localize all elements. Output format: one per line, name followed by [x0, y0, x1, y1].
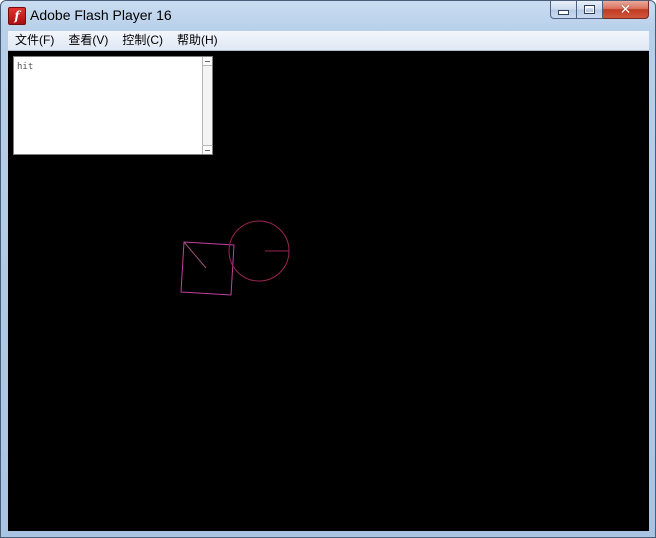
flash-stage[interactable]: hit	[8, 51, 649, 531]
menu-view[interactable]: 查看(V)	[61, 31, 115, 50]
square-diagonal-line	[183, 241, 207, 269]
title-bar[interactable]: f Adobe Flash Player 16 ✕	[1, 1, 655, 31]
menu-file[interactable]: 文件(F)	[8, 31, 61, 50]
menu-help[interactable]: 帮助(H)	[170, 31, 225, 50]
close-icon: ✕	[619, 1, 632, 18]
rotated-square	[180, 241, 235, 296]
flash-app-icon[interactable]: f	[8, 7, 26, 25]
caption-buttons: ✕	[550, 1, 649, 21]
close-button[interactable]: ✕	[603, 1, 649, 19]
menu-control[interactable]: 控制(C)	[115, 31, 170, 50]
maximize-button[interactable]	[577, 1, 603, 19]
flash-player-window: f Adobe Flash Player 16 ✕ 文件(F) 查看(V) 控制…	[0, 0, 656, 538]
window-title: Adobe Flash Player 16	[30, 7, 172, 23]
stage-scene	[180, 220, 290, 296]
menu-bar: 文件(F) 查看(V) 控制(C) 帮助(H)	[8, 31, 649, 51]
minimize-icon	[558, 10, 569, 15]
maximize-icon	[584, 5, 595, 14]
minimize-button[interactable]	[550, 1, 577, 19]
